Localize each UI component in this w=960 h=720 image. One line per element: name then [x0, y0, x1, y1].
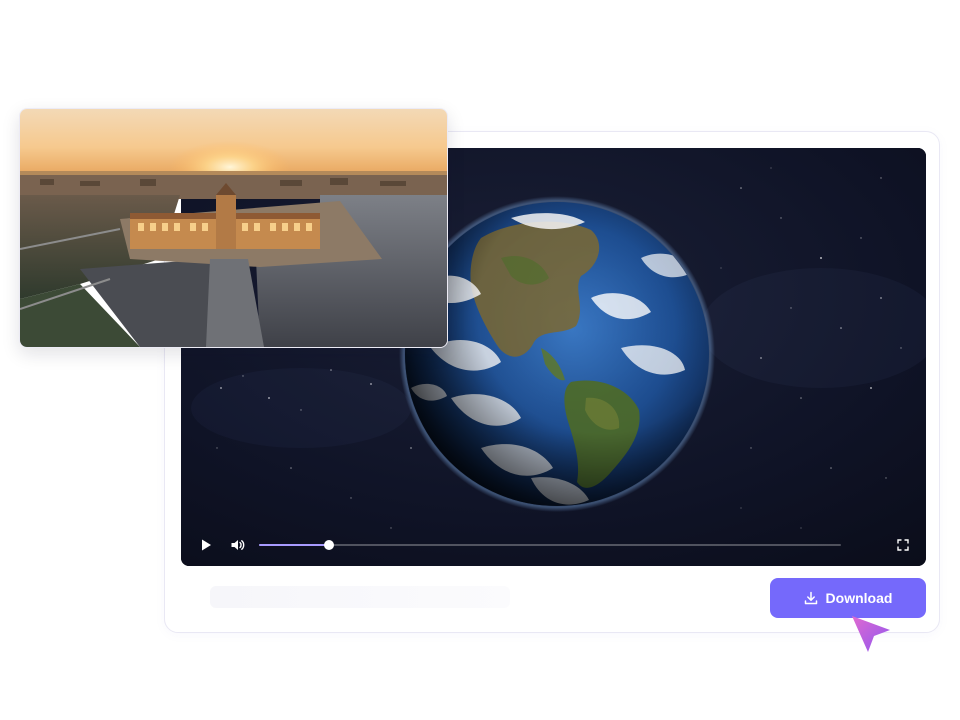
volume-icon[interactable] [229, 536, 247, 554]
progress-fill [259, 544, 329, 546]
play-icon[interactable] [197, 536, 215, 554]
placeholder-strip [210, 586, 510, 608]
progress-bar[interactable] [259, 540, 841, 550]
download-icon [804, 591, 818, 605]
cursor-pointer-icon [852, 616, 890, 652]
aerial-city-photo [19, 108, 448, 348]
fullscreen-icon[interactable] [894, 536, 912, 554]
download-label: Download [825, 590, 893, 606]
progress-thumb[interactable] [323, 540, 334, 550]
player-controls [181, 526, 926, 566]
page: Download [0, 0, 960, 720]
